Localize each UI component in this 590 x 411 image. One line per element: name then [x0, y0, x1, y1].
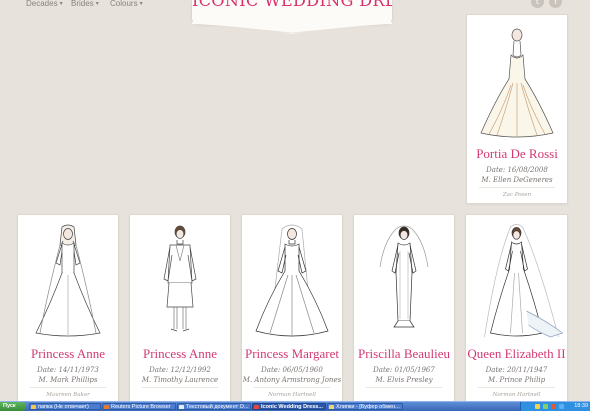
- divider: [479, 187, 555, 188]
- taskbar-item-label: папка (Не отвечает): [38, 404, 89, 410]
- tray-icon[interactable]: [543, 404, 548, 409]
- divider: [366, 387, 442, 388]
- bride-name[interactable]: Princess Anne: [130, 346, 230, 362]
- wedding-date: Date: 20/11/1947: [485, 366, 548, 374]
- dress-card-priscilla-beaulieu[interactable]: Priscilla Beaulieu Date: 01/05/1967 M. E…: [353, 214, 455, 402]
- dress-card-portia-de-rossi[interactable]: Portia De Rossi Date: 16/08/2008 M. Elle…: [466, 14, 568, 204]
- nav-colours[interactable]: Colours ▾: [110, 0, 143, 8]
- taskbar-item-label: Iconic Wedding Dress...: [261, 404, 323, 410]
- bride-name[interactable]: Princess Anne: [18, 346, 118, 362]
- chevron-down-icon: ▾: [139, 1, 143, 7]
- chevron-down-icon: ▾: [95, 1, 99, 7]
- taskbar-item-label: Reuters Picture Browser: [111, 404, 171, 410]
- chevron-down-icon: ▾: [59, 1, 63, 7]
- bride-name[interactable]: Portia De Rossi: [467, 146, 567, 162]
- dress-card-princess-anne-1992[interactable]: Princess Anne Date: 12/12/1992 M. Timoth…: [129, 214, 231, 402]
- divider: [254, 387, 330, 388]
- start-label: Пуск: [3, 403, 16, 409]
- wedding-date: Date: 14/11/1973: [37, 366, 99, 374]
- spouse-name: M. Mark Phillips: [38, 376, 98, 384]
- spouse-name: M. Antony Armstrong Jones: [242, 376, 342, 384]
- tray-icon[interactable]: [559, 404, 564, 409]
- taskbar-item-browser[interactable]: Iconic Wedding Dress...: [252, 403, 326, 410]
- folder-icon: [31, 405, 36, 409]
- divider: [142, 387, 218, 388]
- taskbar-item-folder[interactable]: папка (Не отвечает): [29, 403, 101, 410]
- site-title-banner[interactable]: ICONIC WEDDING DRESSES: [192, 0, 392, 24]
- wedding-date: Date: 12/12/1992: [149, 366, 211, 374]
- nav-decades-label: Decades: [26, 0, 58, 8]
- tray-icon[interactable]: [551, 404, 556, 409]
- wedding-date: Date: 16/08/2008: [486, 166, 548, 174]
- dress-illustration: [35, 224, 101, 337]
- site-title: ICONIC WEDDING DRESSES: [192, 0, 392, 10]
- nav-brides-label: Brides: [71, 0, 94, 8]
- dress-card-queen-elizabeth-ii[interactable]: Queen Elizabeth II Date: 20/11/1947 M. P…: [465, 214, 568, 402]
- designer-name: Zac Posen: [502, 192, 532, 198]
- app-icon: [104, 405, 109, 409]
- dress-illustration: [379, 225, 429, 328]
- nav-brides[interactable]: Brides ▾: [71, 0, 99, 8]
- browser-icon: [254, 405, 259, 409]
- divider: [478, 387, 555, 388]
- spouse-name: M. Timothy Laurence: [141, 376, 219, 384]
- facebook-icon[interactable]: f: [549, 0, 562, 8]
- designer-name: Maureen Baker: [46, 392, 90, 398]
- spouse-name: M. Elvis Presley: [375, 376, 433, 384]
- taskbar-item-reuters[interactable]: Reuters Picture Browser: [102, 403, 176, 410]
- taskbar-item-label: Текстовый документ О...: [186, 404, 249, 410]
- tray-icon[interactable]: [535, 404, 540, 409]
- dress-illustration: [480, 28, 554, 138]
- nav-decades[interactable]: Decades ▾: [26, 0, 63, 8]
- bride-name[interactable]: Princess Margaret: [242, 346, 342, 362]
- wedding-date: Date: 06/05/1960: [261, 366, 323, 374]
- divider: [30, 387, 106, 388]
- dress-illustration: [163, 225, 197, 332]
- spouse-name: M. Ellen DeGeneres: [481, 176, 553, 184]
- document-icon: [179, 405, 184, 409]
- banner-scallop: [192, 22, 392, 34]
- wedding-date: Date: 01/05/1967: [373, 366, 435, 374]
- dress-card-princess-anne-1973[interactable]: Princess Anne Date: 14/11/1973 M. Mark P…: [17, 214, 119, 402]
- twitter-icon[interactable]: t: [531, 0, 544, 8]
- taskbar-item-text-document[interactable]: Текстовый документ О...: [177, 403, 251, 410]
- taskbar-item-clipboard[interactable]: Хлипки - [Буфер обмен...: [327, 403, 403, 410]
- bride-name[interactable]: Priscilla Beaulieu: [354, 346, 454, 362]
- taskbar-item-label: Хлипки - [Буфер обмен...: [336, 404, 400, 410]
- designer-name: Norman Hartnell: [492, 392, 541, 398]
- nav-colours-label: Colours: [110, 0, 138, 8]
- clipboard-icon: [329, 405, 334, 409]
- dress-illustration: [255, 224, 329, 337]
- dress-illustration: [484, 224, 564, 338]
- designer-name: Norman Hartnell: [268, 392, 316, 398]
- bride-name[interactable]: Queen Elizabeth II: [466, 346, 567, 362]
- spouse-name: M. Prince Philip: [487, 376, 546, 384]
- dress-card-princess-margaret[interactable]: Princess Margaret Date: 06/05/1960 M. An…: [241, 214, 343, 402]
